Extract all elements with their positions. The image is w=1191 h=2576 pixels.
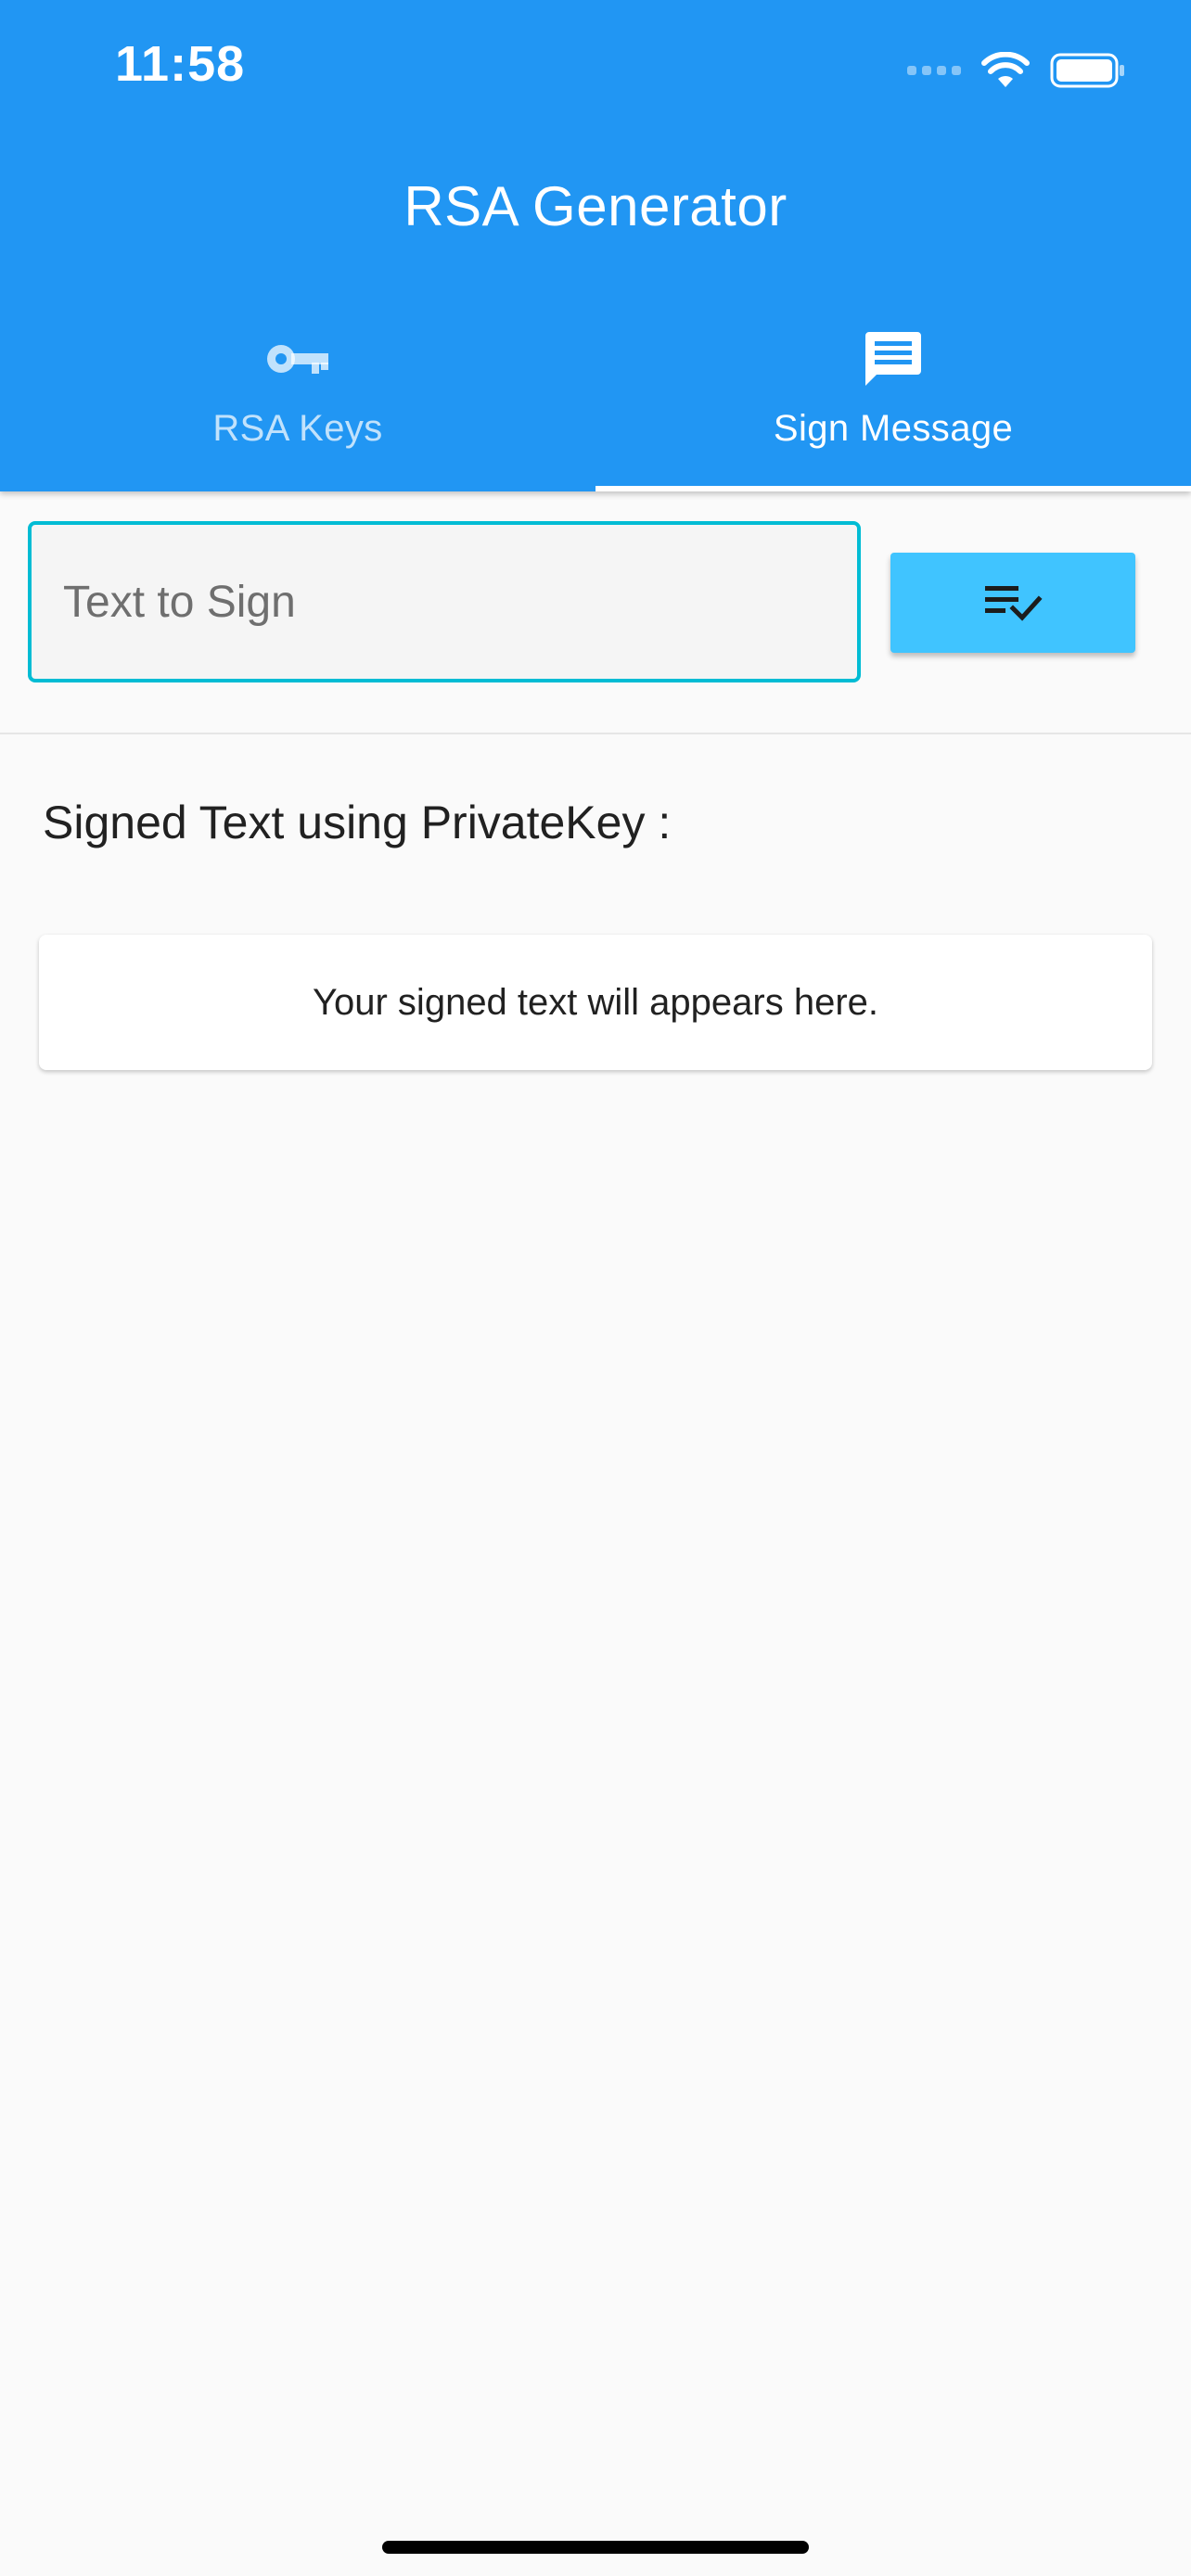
- signed-text-card: Your signed text will appears here.: [39, 935, 1152, 1070]
- status-time: 11:58: [115, 36, 246, 92]
- cellular-signal-icon: [907, 66, 961, 75]
- key-icon: [267, 345, 328, 374]
- tab-sign-message[interactable]: Sign Message: [596, 306, 1191, 491]
- tab-bar: RSA Keys Sign Message: [0, 306, 1191, 491]
- home-indicator[interactable]: [382, 2541, 809, 2554]
- signed-text-label: Signed Text using PrivateKey :: [43, 797, 672, 848]
- battery-icon: [1050, 53, 1124, 88]
- signed-text-output: Your signed text will appears here.: [313, 981, 878, 1023]
- text-to-sign-input[interactable]: [28, 521, 861, 682]
- tab-label: Sign Message: [773, 408, 1014, 449]
- sign-button[interactable]: [890, 553, 1135, 653]
- app-screen: 11:58 RSA Generator RSA Keys Sign Messag…: [0, 0, 1191, 2576]
- app-header: 11:58 RSA Generator RSA Keys Sign Messag…: [0, 0, 1191, 491]
- playlist-add-check-icon: [985, 586, 1043, 621]
- tab-label: RSA Keys: [212, 408, 383, 449]
- wifi-icon: [981, 52, 1030, 87]
- divider: [0, 733, 1191, 734]
- message-icon: [865, 332, 921, 386]
- tab-rsa-keys[interactable]: RSA Keys: [0, 306, 596, 491]
- page-title: RSA Generator: [403, 175, 788, 237]
- sign-form: [0, 491, 1191, 733]
- status-icons: [907, 48, 1126, 93]
